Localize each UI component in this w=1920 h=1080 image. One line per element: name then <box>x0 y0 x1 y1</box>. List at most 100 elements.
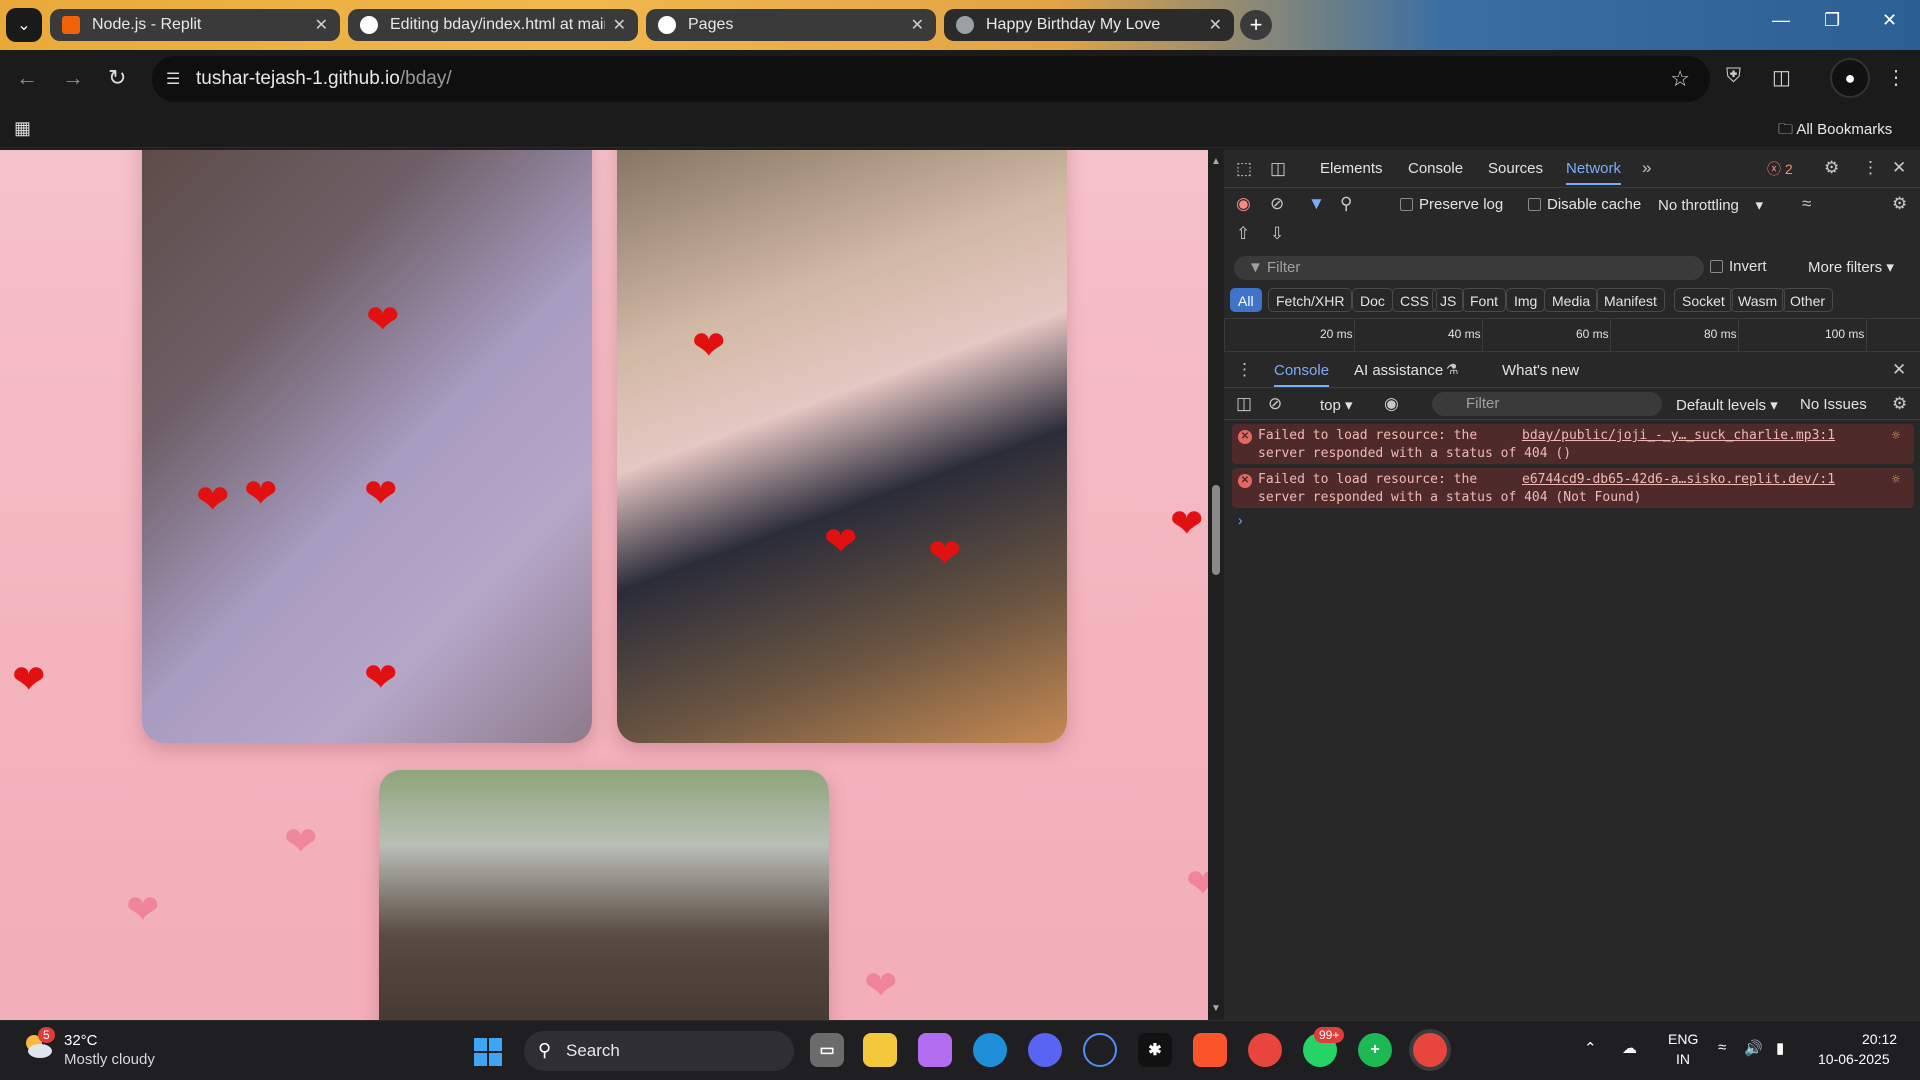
error-source-link[interactable]: bday/public/joji_-_y…_suck_charlie.mp3:1 <box>1522 428 1835 443</box>
filter-chip-font[interactable]: Font <box>1462 288 1507 312</box>
tab-replit[interactable]: Node.js - Replit ✕ <box>50 9 340 41</box>
task-view-icon[interactable]: ▭ <box>810 1033 844 1067</box>
close-drawer-icon[interactable]: ✕ <box>1892 360 1906 380</box>
close-devtools-icon[interactable]: ✕ <box>1892 158 1906 178</box>
back-arrow-icon[interactable]: ← <box>16 65 38 91</box>
tab-happy-birthday[interactable]: Happy Birthday My Love ✕ <box>944 9 1234 41</box>
web-page-viewport[interactable]: ❤ ❤ ❤ ❤ ❤ ❤ ❤ ❤ ❤ ❤ ❤ ❤ ❤ ❤ <box>0 150 1208 1020</box>
windows-start-icon[interactable] <box>474 1038 502 1066</box>
menu-kebab-icon[interactable]: ⋮ <box>1886 65 1906 90</box>
live-expression-eye-icon[interactable]: ◉ <box>1384 394 1399 414</box>
apps-grid-icon[interactable]: ▦ <box>14 118 31 139</box>
network-conditions-icon[interactable]: ≈ <box>1802 194 1811 214</box>
close-icon[interactable]: ✕ <box>1209 15 1222 35</box>
more-options-icon[interactable]: ⋮ <box>1862 158 1879 178</box>
tab-search-button[interactable]: ⌄ <box>6 8 42 42</box>
scrollbar-thumb[interactable] <box>1212 485 1220 575</box>
cortana-icon[interactable] <box>1083 1033 1117 1067</box>
close-icon[interactable]: ✕ <box>613 15 626 35</box>
language-top[interactable]: ENG <box>1668 1031 1698 1047</box>
filter-funnel-icon[interactable]: ▼ <box>1308 194 1325 214</box>
drawer-tab-console[interactable]: Console <box>1274 362 1330 387</box>
ai-explain-icon[interactable]: ☼ <box>1892 428 1900 444</box>
filter-chip-wasm[interactable]: Wasm <box>1730 288 1786 312</box>
inspect-element-icon[interactable]: ⬚ <box>1236 159 1252 179</box>
clock-time[interactable]: 20:12 <box>1862 1031 1897 1047</box>
filter-chip-manifest[interactable]: Manifest <box>1596 288 1665 312</box>
error-count-badge[interactable]: ⓧ 2 <box>1767 159 1793 179</box>
language-bottom[interactable]: IN <box>1676 1051 1690 1067</box>
new-tab-button[interactable]: + <box>1240 10 1272 40</box>
filter-chip-socket[interactable]: Socket <box>1674 288 1733 312</box>
bookmark-star-icon[interactable]: ☆ <box>1670 66 1690 92</box>
drawer-tab-whats-new[interactable]: What's new <box>1502 362 1579 379</box>
drawer-tab-ai-assistance[interactable]: AI assistance <box>1354 362 1443 379</box>
more-filters-dropdown[interactable]: More filters ▾ <box>1808 258 1894 276</box>
throttling-select[interactable]: No throttling ▾ <box>1658 196 1763 214</box>
filter-chip-media[interactable]: Media <box>1544 288 1599 312</box>
network-settings-icon[interactable]: ⚙ <box>1892 194 1907 214</box>
wifi-icon[interactable]: ≈ <box>1718 1039 1726 1056</box>
all-bookmarks-button[interactable]: 🗀 All Bookmarks <box>1778 119 1892 144</box>
scroll-down-icon[interactable]: ▼ <box>1211 1003 1221 1014</box>
copilot-icon[interactable] <box>918 1033 952 1067</box>
settings-gear-icon[interactable]: ⚙ <box>1824 158 1839 178</box>
minimize-icon[interactable]: — <box>1772 10 1790 31</box>
volume-icon[interactable]: 🔊 <box>1744 1039 1763 1057</box>
close-icon[interactable]: ✕ <box>911 15 924 35</box>
weather-description[interactable]: Mostly cloudy <box>64 1051 155 1068</box>
tab-elements[interactable]: Elements <box>1320 160 1383 177</box>
more-tabs-chevron-icon[interactable]: » <box>1642 158 1651 178</box>
taskbar-search-box[interactable]: ⚲ Search <box>524 1031 794 1071</box>
close-icon[interactable]: ✕ <box>315 15 328 35</box>
network-timeline-overview[interactable]: 20 ms 40 ms 60 ms 80 ms 100 ms <box>1224 318 1920 353</box>
ai-explain-icon[interactable]: ☼ <box>1892 472 1900 488</box>
preserve-log-checkbox[interactable]: Preserve log <box>1400 196 1503 213</box>
battery-icon[interactable]: ▮ <box>1776 1039 1784 1057</box>
address-bar[interactable]: ☰ tushar-tejash-1.github.io/bday/ ☆ <box>152 56 1710 102</box>
record-stop-icon[interactable]: ◉ <box>1236 194 1251 214</box>
reload-icon[interactable]: ↻ <box>108 65 126 91</box>
log-levels-dropdown[interactable]: Default levels ▾ <box>1676 396 1778 414</box>
shield-extension-icon[interactable]: ⛨ <box>1726 65 1741 88</box>
search-icon[interactable]: ⚲ <box>1340 194 1352 214</box>
import-har-icon[interactable]: ⇧ <box>1236 224 1250 244</box>
clear-icon[interactable]: ⊘ <box>1270 194 1284 214</box>
device-toolbar-icon[interactable]: ◫ <box>1270 159 1286 179</box>
file-explorer-icon[interactable] <box>863 1033 897 1067</box>
context-select[interactable]: top ▾ <box>1320 396 1353 414</box>
clear-console-icon[interactable]: ⊘ <box>1268 394 1282 414</box>
filter-chip-css[interactable]: CSS <box>1392 288 1437 312</box>
site-info-icon[interactable]: ☰ <box>166 69 186 89</box>
spiderman-app-icon[interactable]: ✱ <box>1138 1033 1172 1067</box>
tab-network[interactable]: Network <box>1566 160 1622 185</box>
export-har-icon[interactable]: ⇩ <box>1270 224 1284 244</box>
tray-chevron-up-icon[interactable]: ⌃ <box>1584 1039 1597 1057</box>
disable-cache-checkbox[interactable]: Disable cache <box>1528 196 1641 213</box>
weather-temperature[interactable]: 32°C <box>64 1032 98 1049</box>
edge-icon[interactable] <box>973 1033 1007 1067</box>
filter-chip-doc[interactable]: Doc <box>1352 288 1393 312</box>
restore-icon[interactable]: ❐ <box>1824 10 1840 31</box>
invert-checkbox[interactable]: Invert <box>1710 258 1767 275</box>
issues-counter[interactable]: No Issues <box>1800 396 1867 413</box>
console-prompt-chevron-icon[interactable]: › <box>1238 512 1243 528</box>
scroll-up-icon[interactable]: ▲ <box>1211 156 1221 167</box>
green-app-icon[interactable]: + <box>1358 1033 1392 1067</box>
error-source-link[interactable]: e6744cd9-db65-42d6-a…sisko.replit.dev/:1 <box>1522 472 1835 487</box>
console-sidebar-icon[interactable]: ◫ <box>1236 394 1252 414</box>
drawer-menu-icon[interactable]: ⋮ <box>1236 360 1253 380</box>
filter-chip-all[interactable]: All <box>1230 288 1262 312</box>
filter-chip-js[interactable]: JS <box>1432 288 1465 312</box>
console-filter-input[interactable]: Filter <box>1432 392 1662 416</box>
tab-console[interactable]: Console <box>1408 160 1463 177</box>
discord-icon[interactable] <box>1028 1033 1062 1067</box>
profile-avatar[interactable]: ● <box>1830 58 1870 98</box>
forward-arrow-icon[interactable]: → <box>62 65 84 91</box>
extensions-puzzle-icon[interactable]: ◫ <box>1772 65 1791 90</box>
tab-sources[interactable]: Sources <box>1488 160 1543 177</box>
tab-github-editing[interactable]: Editing bday/index.html at main ✕ <box>348 9 638 41</box>
filter-chip-fetch-xhr[interactable]: Fetch/XHR <box>1268 288 1353 312</box>
network-filter-input[interactable]: ▼ Filter <box>1234 256 1704 280</box>
chrome-active-icon[interactable] <box>1413 1033 1447 1067</box>
